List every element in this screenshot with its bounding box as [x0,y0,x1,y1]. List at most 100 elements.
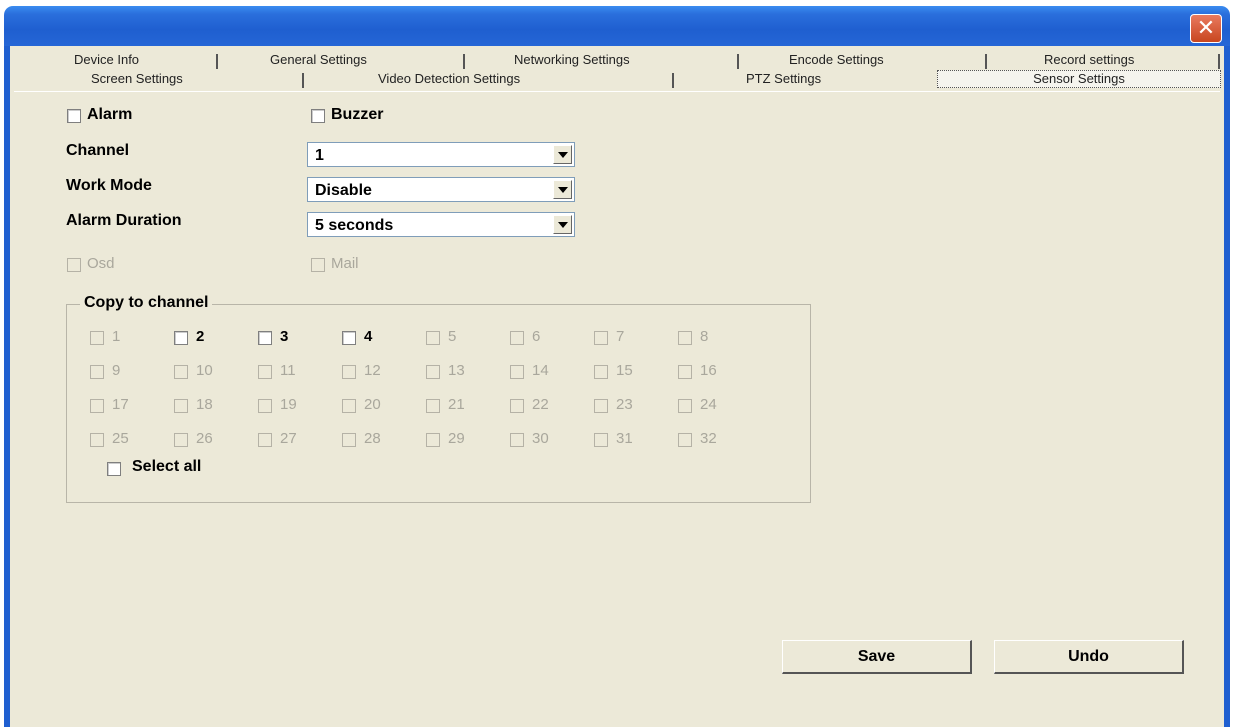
channel-12-checkbox[interactable] [342,365,356,379]
channel-12-option[interactable]: 12 [342,362,422,384]
channel-27-option[interactable]: 27 [258,430,338,452]
channel-1-checkbox[interactable] [90,331,104,345]
chevron-down-icon[interactable] [553,180,572,199]
tab-separator [1218,54,1220,69]
channel-5-option[interactable]: 5 [426,328,506,350]
buzzer-checkbox[interactable] [311,109,325,123]
channel-24-option[interactable]: 24 [678,396,758,418]
channel-26-checkbox[interactable] [174,433,188,447]
channel-3-checkbox[interactable] [258,331,272,345]
channel-5-checkbox[interactable] [426,331,440,345]
channel-19-option[interactable]: 19 [258,396,338,418]
channel-20-label: 20 [364,396,381,413]
tab-row-1: Device Info General Settings Networking … [14,52,1220,70]
channel-32-checkbox[interactable] [678,433,692,447]
channel-13-checkbox[interactable] [426,365,440,379]
channel-7-checkbox[interactable] [594,331,608,345]
channel-21-label: 21 [448,396,465,413]
alarm-duration-label: Alarm Duration [66,212,182,229]
channel-30-option[interactable]: 30 [510,430,590,452]
channel-9-option[interactable]: 9 [90,362,170,384]
alarm-checkbox[interactable] [67,109,81,123]
channel-31-option[interactable]: 31 [594,430,674,452]
title-bar[interactable]: ✕ [4,6,1230,46]
channel-19-checkbox[interactable] [258,399,272,413]
channel-16-checkbox[interactable] [678,365,692,379]
channel-10-option[interactable]: 10 [174,362,254,384]
tab-screen-settings[interactable]: Screen Settings [91,71,183,86]
channel-17-option[interactable]: 17 [90,396,170,418]
tab-encode-settings[interactable]: Encode Settings [789,52,884,67]
channel-18-checkbox[interactable] [174,399,188,413]
channel-21-checkbox[interactable] [426,399,440,413]
channel-9-label: 9 [112,362,121,379]
undo-button[interactable]: Undo [994,640,1184,674]
channel-7-option[interactable]: 7 [594,328,674,350]
tab-sensor-settings[interactable]: Sensor Settings [937,70,1221,88]
chevron-down-icon[interactable] [553,145,572,164]
channel-15-checkbox[interactable] [594,365,608,379]
channel-17-label: 17 [112,396,129,413]
channel-10-checkbox[interactable] [174,365,188,379]
channel-18-option[interactable]: 18 [174,396,254,418]
tab-device-info[interactable]: Device Info [74,52,139,67]
chevron-down-icon[interactable] [553,215,572,234]
channel-32-option[interactable]: 32 [678,430,758,452]
channel-28-option[interactable]: 28 [342,430,422,452]
channel-6-option[interactable]: 6 [510,328,590,350]
channel-11-option[interactable]: 11 [258,362,338,384]
channel-14-checkbox[interactable] [510,365,524,379]
channel-4-option[interactable]: 4 [342,328,422,350]
channel-3-option[interactable]: 3 [258,328,338,350]
channel-1-option[interactable]: 1 [90,328,170,350]
channel-26-option[interactable]: 26 [174,430,254,452]
close-button[interactable]: ✕ [1190,14,1222,43]
channel-20-option[interactable]: 20 [342,396,422,418]
channel-20-checkbox[interactable] [342,399,356,413]
tab-general-settings[interactable]: General Settings [270,52,367,67]
channel-8-checkbox[interactable] [678,331,692,345]
tab-video-detection-settings[interactable]: Video Detection Settings [378,71,520,86]
channel-2-checkbox[interactable] [174,331,188,345]
channel-9-checkbox[interactable] [90,365,104,379]
channel-27-checkbox[interactable] [258,433,272,447]
channel-23-label: 23 [616,396,633,413]
tab-record-settings[interactable]: Record settings [1044,52,1134,67]
tab-ptz-settings[interactable]: PTZ Settings [746,71,821,86]
channel-22-checkbox[interactable] [510,399,524,413]
work-mode-select[interactable]: Disable [307,177,575,202]
channel-31-checkbox[interactable] [594,433,608,447]
channel-25-checkbox[interactable] [90,433,104,447]
channel-15-option[interactable]: 15 [594,362,674,384]
channel-21-option[interactable]: 21 [426,396,506,418]
channel-4-checkbox[interactable] [342,331,356,345]
channel-23-option[interactable]: 23 [594,396,674,418]
select-all-checkbox[interactable] [107,462,121,476]
channel-select[interactable]: 1 [307,142,575,167]
channel-24-checkbox[interactable] [678,399,692,413]
channel-22-option[interactable]: 22 [510,396,590,418]
channel-23-checkbox[interactable] [594,399,608,413]
channel-25-option[interactable]: 25 [90,430,170,452]
channel-16-option[interactable]: 16 [678,362,758,384]
channel-28-checkbox[interactable] [342,433,356,447]
channel-13-option[interactable]: 13 [426,362,506,384]
osd-checkbox[interactable] [67,258,81,272]
channel-29-option[interactable]: 29 [426,430,506,452]
channel-14-option[interactable]: 14 [510,362,590,384]
settings-window: ✕ Device Info General Settings Networkin… [0,0,1237,727]
channel-8-option[interactable]: 8 [678,328,758,350]
channel-6-label: 6 [532,328,541,345]
channel-29-label: 29 [448,430,465,447]
channel-17-checkbox[interactable] [90,399,104,413]
channel-11-checkbox[interactable] [258,365,272,379]
channel-31-label: 31 [616,430,633,447]
channel-29-checkbox[interactable] [426,433,440,447]
channel-2-option[interactable]: 2 [174,328,254,350]
save-button[interactable]: Save [782,640,972,674]
channel-6-checkbox[interactable] [510,331,524,345]
mail-checkbox[interactable] [311,258,325,272]
alarm-duration-select[interactable]: 5 seconds [307,212,575,237]
tab-networking-settings[interactable]: Networking Settings [514,52,630,67]
channel-30-checkbox[interactable] [510,433,524,447]
